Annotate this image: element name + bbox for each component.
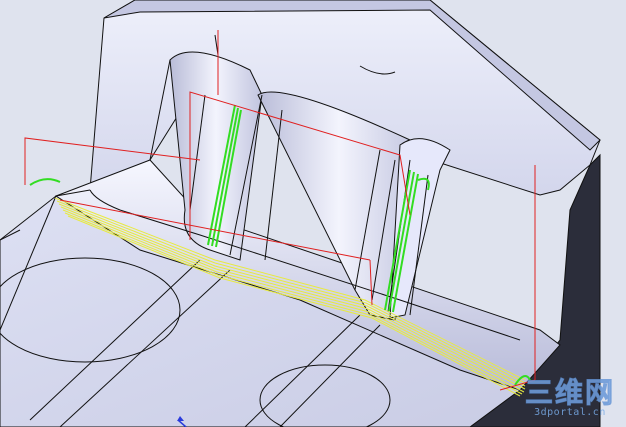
floor-face: [0, 195, 601, 427]
cad-model-view[interactable]: [0, 0, 626, 427]
cad-graphics-viewport[interactable]: 三维网 3dportal.cn: [0, 0, 626, 427]
